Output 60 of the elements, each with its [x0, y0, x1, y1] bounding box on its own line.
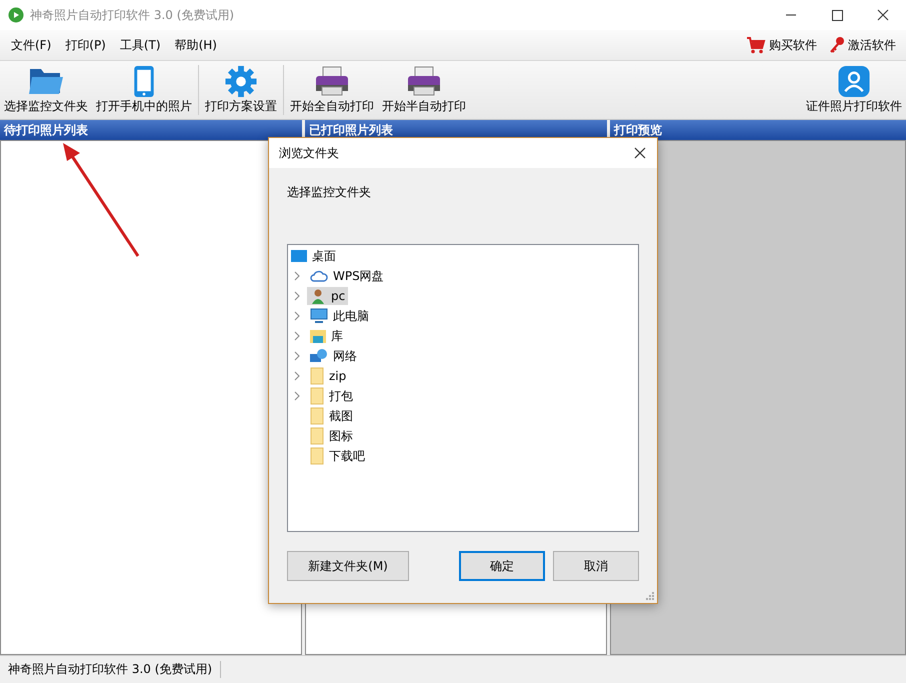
- tree-item[interactable]: 此电脑: [307, 307, 372, 325]
- library-icon: [310, 328, 326, 344]
- chevron-icon[interactable]: [293, 371, 301, 381]
- folder-icon: [310, 367, 324, 385]
- person-icon: [837, 65, 871, 98]
- chevron-icon[interactable]: [293, 331, 301, 341]
- tree-item[interactable]: 图标: [307, 427, 356, 445]
- toolbar-button[interactable]: 证件照片打印软件: [802, 61, 906, 119]
- printer-icon: [406, 65, 442, 97]
- dialog-button[interactable]: 新建文件夹(M): [287, 551, 409, 581]
- resize-grip-icon[interactable]: [645, 591, 655, 601]
- menu-link[interactable]: 购买软件: [740, 36, 823, 54]
- folder-icon: [310, 427, 324, 445]
- printer-icon: [314, 65, 350, 97]
- close-icon[interactable]: [633, 146, 647, 160]
- tree-item[interactable]: 库: [307, 327, 346, 345]
- tree-item[interactable]: 截图: [307, 407, 356, 425]
- dialog-title: 浏览文件夹: [279, 144, 339, 162]
- cart-icon: [746, 36, 766, 54]
- tree-item[interactable]: 网络: [307, 347, 360, 365]
- chevron-icon[interactable]: [293, 351, 301, 361]
- folder-icon: [310, 407, 324, 425]
- menu-item[interactable]: 文件(F): [4, 36, 58, 54]
- dialog-button[interactable]: 确定: [459, 551, 545, 581]
- computer-icon: [310, 308, 328, 324]
- user-icon: [310, 288, 326, 304]
- window-title: 神奇照片自动打印软件 3.0 (免费试用): [30, 6, 234, 24]
- panel-header: 待打印照片列表: [0, 120, 302, 140]
- chevron-icon[interactable]: [293, 291, 301, 301]
- menu-link[interactable]: 激活软件: [823, 36, 902, 54]
- tree-item[interactable]: 打包: [307, 387, 356, 405]
- key-icon: [829, 36, 845, 54]
- tree-item[interactable]: 桌面: [288, 247, 339, 265]
- cloud-icon: [310, 269, 328, 283]
- tree-item[interactable]: zip: [307, 367, 350, 385]
- gear-icon: [224, 65, 258, 98]
- status-text: 神奇照片自动打印软件 3.0 (免费试用): [0, 661, 222, 678]
- tree-item[interactable]: WPS网盘: [307, 267, 387, 285]
- network-icon: [310, 348, 328, 364]
- toolbar-button[interactable]: 打开手机中的照片: [92, 61, 196, 119]
- chevron-icon[interactable]: [293, 311, 301, 321]
- dialog-button[interactable]: 取消: [553, 551, 639, 581]
- folder-icon: [310, 387, 324, 405]
- app-logo-icon: [8, 7, 24, 23]
- toolbar-button[interactable]: 选择监控文件夹: [0, 61, 92, 119]
- toolbar-button[interactable]: 开始半自动打印: [378, 61, 470, 119]
- menu-item[interactable]: 打印(P): [58, 36, 113, 54]
- phone-icon: [133, 65, 155, 98]
- dialog-prompt: 选择监控文件夹: [287, 184, 372, 201]
- chevron-icon[interactable]: [293, 391, 301, 401]
- panel-header: 打印预览: [610, 120, 906, 140]
- desktop-icon: [291, 249, 307, 263]
- chevron-icon[interactable]: [293, 271, 301, 281]
- tree-item[interactable]: 下载吧: [307, 447, 368, 465]
- tree-item[interactable]: pc: [307, 287, 348, 305]
- toolbar-button[interactable]: 开始全自动打印: [286, 61, 378, 119]
- toolbar-button[interactable]: 打印方案设置: [201, 61, 281, 119]
- folder-icon: [310, 447, 324, 465]
- menu-item[interactable]: 帮助(H): [168, 36, 224, 54]
- menu-item[interactable]: 工具(T): [112, 36, 168, 54]
